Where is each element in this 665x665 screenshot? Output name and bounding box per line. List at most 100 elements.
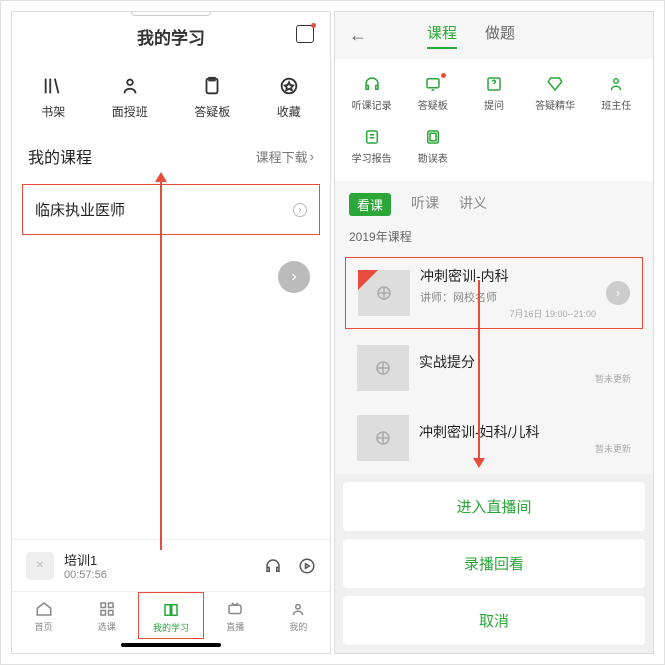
func-label: 听课记录 xyxy=(352,97,392,112)
grid-icon xyxy=(98,600,116,618)
nav-label: 我的学习 xyxy=(153,621,189,634)
home-indicator xyxy=(121,643,221,647)
tab-course[interactable]: 课程 xyxy=(427,22,457,49)
next-course-button[interactable] xyxy=(278,261,310,293)
section-header: 我的课程 课程下载 › xyxy=(12,134,330,178)
func-history[interactable]: 听课记录 xyxy=(341,67,402,120)
func-essence[interactable]: 答疑精华 xyxy=(525,67,586,120)
func-label: 答疑板 xyxy=(418,97,448,112)
report-icon xyxy=(363,128,381,146)
subtab-notes[interactable]: 讲义 xyxy=(459,193,487,216)
lesson-item-obgyn[interactable]: 冲刺密训-妇科/儿科 暂未更新 xyxy=(345,407,643,469)
board-icon xyxy=(424,75,442,93)
now-playing-title: 培训1 xyxy=(64,550,248,569)
lesson-thumb xyxy=(357,415,409,461)
year-heading: 2019年课程 xyxy=(335,224,653,253)
live-icon xyxy=(226,600,244,618)
action-sheet: 进入直播间 录播回看 取消 xyxy=(335,474,653,653)
lesson-title: 实战提分 xyxy=(419,352,631,372)
lesson-item-practice[interactable]: 实战提分 暂未更新 xyxy=(345,337,643,399)
course-name: 临床执业医师 xyxy=(35,199,125,220)
page-title: 我的学习 xyxy=(137,24,205,49)
replay-button[interactable]: 录播回看 xyxy=(343,539,645,588)
bottom-nav: 首页 选课 我的学习 直播 我的 xyxy=(12,591,330,639)
headphones-icon[interactable] xyxy=(264,557,282,575)
bookshelf-icon xyxy=(42,75,64,97)
now-playing-time: 00:57:56 xyxy=(64,569,248,581)
nav-label: 我的 xyxy=(289,620,307,633)
book-icon xyxy=(162,601,180,619)
course-item-clinical[interactable]: 临床执业医师 › xyxy=(22,184,320,235)
func-label: 班主任 xyxy=(601,97,631,112)
shortcut-label: 答疑板 xyxy=(194,103,230,120)
lesson-title: 冲刺密训-内科 xyxy=(420,266,596,286)
shortcut-label: 书架 xyxy=(41,103,65,120)
play-icon[interactable] xyxy=(298,557,316,575)
headphones-icon xyxy=(363,75,381,93)
tab-practice[interactable]: 做题 xyxy=(485,22,515,49)
lesson-thumb xyxy=(358,270,410,316)
clipboard-icon xyxy=(201,75,223,97)
nav-courses[interactable]: 选课 xyxy=(75,592,138,639)
close-icon[interactable]: ✕ xyxy=(26,552,54,580)
shortcut-label: 收藏 xyxy=(277,103,301,120)
enter-live-button[interactable]: 进入直播间 xyxy=(343,482,645,531)
now-playing-info: 培训1 00:57:56 xyxy=(64,550,248,581)
notifications-icon[interactable] xyxy=(296,25,314,48)
question-icon xyxy=(485,75,503,93)
header: 我的学习 xyxy=(12,12,330,61)
func-label: 学习报告 xyxy=(352,150,392,165)
nav-my-study[interactable]: 我的学习 xyxy=(138,592,203,639)
nav-mine[interactable]: 我的 xyxy=(267,592,330,639)
subtab-watch[interactable]: 看课 xyxy=(349,193,391,216)
nav-label: 直播 xyxy=(226,620,244,633)
lesson-thumb xyxy=(357,345,409,391)
diamond-icon xyxy=(546,75,564,93)
func-errata[interactable]: 勘误表 xyxy=(402,120,463,173)
function-grid: 听课记录 答疑板 提问 答疑精华 班主任 学习报告 勘误表 xyxy=(335,59,653,181)
shortcut-in-person[interactable]: 面授班 xyxy=(112,75,148,120)
teacher-icon xyxy=(607,75,625,93)
shortcut-favorites[interactable]: 收藏 xyxy=(277,75,301,120)
shortcut-bookshelf[interactable]: 书架 xyxy=(41,75,65,120)
sub-tabs: 看课 听课 讲义 xyxy=(335,181,653,224)
star-icon xyxy=(278,75,300,97)
left-phone-screen: 我的学习 书架 面授班 答疑板 收藏 我的课程 课程下载 › xyxy=(11,11,331,654)
top-tabs: 课程 做题 xyxy=(427,22,515,49)
nav-label: 首页 xyxy=(35,620,53,633)
func-label: 答疑精华 xyxy=(535,97,575,112)
nav-live[interactable]: 直播 xyxy=(204,592,267,639)
download-link[interactable]: 课程下载 › xyxy=(256,147,314,166)
func-ask[interactable]: 提问 xyxy=(463,67,524,120)
shortcut-label: 面授班 xyxy=(112,103,148,120)
shortcut-qa-board[interactable]: 答疑板 xyxy=(194,75,230,120)
func-label: 提问 xyxy=(484,97,504,112)
func-label: 勘误表 xyxy=(418,150,448,165)
user-icon xyxy=(289,600,307,618)
new-badge-icon xyxy=(358,270,378,290)
shortcut-row: 书架 面授班 答疑板 收藏 xyxy=(12,61,330,134)
subtab-listen[interactable]: 听课 xyxy=(411,193,439,216)
func-qa[interactable]: 答疑板 xyxy=(402,67,463,120)
now-playing-bar[interactable]: ✕ 培训1 00:57:56 xyxy=(12,539,330,591)
nav-label: 选课 xyxy=(98,620,116,633)
lesson-body: 实战提分 暂未更新 xyxy=(419,352,631,385)
errata-icon xyxy=(424,128,442,146)
lesson-title: 冲刺密训-妇科/儿科 xyxy=(419,422,631,442)
person-icon xyxy=(119,75,141,97)
cancel-button[interactable]: 取消 xyxy=(343,596,645,645)
lesson-note: 暂未更新 xyxy=(419,442,631,455)
func-teacher[interactable]: 班主任 xyxy=(586,67,647,120)
chevron-right-icon: › xyxy=(293,203,307,217)
lesson-teacher: 讲师：网校名师 xyxy=(420,289,596,305)
lesson-body: 冲刺密训-内科 讲师：网校名师 7月16日 19:00--21:00 xyxy=(420,266,596,320)
lesson-time: 7月16日 19:00--21:00 xyxy=(420,307,596,320)
chevron-right-icon: › xyxy=(606,281,630,305)
lesson-item-sprint-internal[interactable]: 冲刺密训-内科 讲师：网校名师 7月16日 19:00--21:00 › xyxy=(345,257,643,329)
section-title: 我的课程 xyxy=(28,144,92,168)
home-icon xyxy=(35,600,53,618)
back-icon[interactable]: ← xyxy=(349,25,367,46)
nav-home[interactable]: 首页 xyxy=(12,592,75,639)
right-phone-screen: ← 课程 做题 听课记录 答疑板 提问 答疑精华 班主任 学习报告 勘误表 看课… xyxy=(334,11,654,654)
func-report[interactable]: 学习报告 xyxy=(341,120,402,173)
